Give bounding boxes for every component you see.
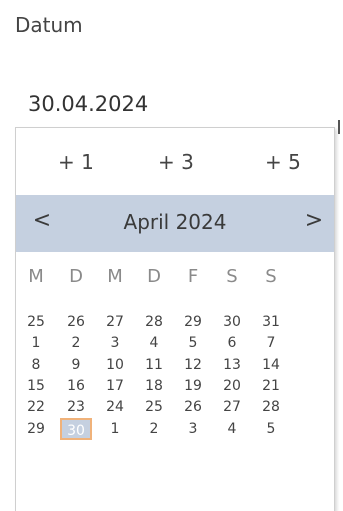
day-cell[interactable]: 23 <box>60 396 92 418</box>
weekday-label: S <box>265 266 277 287</box>
day-cell[interactable]: 30 <box>216 311 248 333</box>
day-cell[interactable]: 7 <box>255 332 287 354</box>
add-1-day-button[interactable]: + 1 <box>58 150 94 174</box>
selected-day-cell[interactable]: 30 <box>60 418 92 440</box>
day-cell[interactable]: 25 <box>20 311 52 333</box>
day-cell[interactable]: 6 <box>216 332 248 354</box>
day-cell[interactable]: 27 <box>99 311 131 333</box>
day-cell[interactable]: 20 <box>216 375 248 397</box>
day-cell[interactable]: 1 <box>20 332 52 354</box>
day-cell[interactable]: 26 <box>177 396 209 418</box>
day-cell[interactable]: 4 <box>138 332 170 354</box>
weekday-label: M <box>107 266 123 287</box>
day-cell[interactable]: 28 <box>255 396 287 418</box>
day-cell[interactable]: 15 <box>20 375 52 397</box>
day-cell[interactable]: 28 <box>138 311 170 333</box>
day-cell[interactable]: 29 <box>20 418 52 440</box>
day-cell[interactable]: 2 <box>60 332 92 354</box>
day-cell[interactable]: 3 <box>99 332 131 354</box>
weekday-label: F <box>187 266 199 287</box>
day-cell[interactable]: 8 <box>20 354 52 376</box>
day-cell[interactable]: 9 <box>60 354 92 376</box>
day-cell[interactable]: 4 <box>216 418 248 440</box>
date-input[interactable] <box>28 92 278 116</box>
day-cell[interactable]: 17 <box>99 375 131 397</box>
day-cell[interactable]: 13 <box>216 354 248 376</box>
quick-add-row: + 1 + 3 + 5 <box>16 128 334 194</box>
day-cell[interactable]: 10 <box>99 354 131 376</box>
weekday-label: S <box>226 266 238 287</box>
add-5-days-button[interactable]: + 5 <box>265 150 301 174</box>
day-cell[interactable]: 29 <box>177 311 209 333</box>
day-cell[interactable]: 22 <box>20 396 52 418</box>
date-field-label: Datum <box>15 13 83 37</box>
day-cell[interactable]: 16 <box>60 375 92 397</box>
weekday-header-row: MDMDFSS <box>16 266 334 296</box>
day-cell[interactable]: 27 <box>216 396 248 418</box>
add-3-days-button[interactable]: + 3 <box>158 150 194 174</box>
weekday-label: D <box>69 266 83 287</box>
day-cell[interactable]: 21 <box>255 375 287 397</box>
field-edge-divider <box>338 120 340 134</box>
day-cell[interactable]: 14 <box>255 354 287 376</box>
day-cell[interactable]: 19 <box>177 375 209 397</box>
day-cell[interactable]: 12 <box>177 354 209 376</box>
day-cell[interactable]: 11 <box>138 354 170 376</box>
day-cell[interactable]: 25 <box>138 396 170 418</box>
day-cell[interactable]: 5 <box>255 418 287 440</box>
day-cell[interactable]: 31 <box>255 311 287 333</box>
day-cell[interactable]: 2 <box>138 418 170 440</box>
day-cell[interactable]: 24 <box>99 396 131 418</box>
day-cell[interactable]: 18 <box>138 375 170 397</box>
weekday-label: D <box>147 266 161 287</box>
day-cell[interactable]: 26 <box>60 311 92 333</box>
day-cell[interactable]: 3 <box>177 418 209 440</box>
day-cell[interactable]: 1 <box>99 418 131 440</box>
month-title[interactable]: April 2024 <box>16 210 334 234</box>
weekday-label: M <box>28 266 44 287</box>
date-picker-popup: + 1 + 3 + 5 < April 2024 > MDMDFSS 25 26 2… <box>15 127 335 511</box>
day-cell[interactable]: 5 <box>177 332 209 354</box>
calendar-header: < April 2024 > <box>16 195 334 252</box>
chevron-right-icon[interactable]: > <box>302 208 326 233</box>
